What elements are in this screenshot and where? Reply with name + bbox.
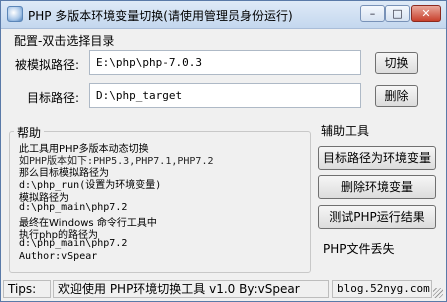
delete-button[interactable]: 删除 [375, 85, 418, 107]
window-title: PHP 多版本环境变量切换(请使用管理员身份运行) [28, 9, 293, 23]
help-line: d:\php_main\php7.2 [19, 202, 128, 213]
close-button[interactable]: ✕ [411, 5, 441, 22]
simulated-path-label: 被模拟路径: [15, 58, 80, 72]
php-status-text: PHP文件丢失 [323, 242, 395, 256]
resize-grip[interactable] [433, 288, 443, 298]
status-message: 欢迎使用 PHP环境切换工具 v1.0 By:vSpear [53, 280, 329, 298]
test-php-button[interactable]: 测试PHP运行结果 [318, 205, 436, 229]
minimize-button[interactable]: – [360, 5, 385, 22]
title-bar[interactable]: PHP 多版本环境变量切换(请使用管理员身份运行) – □ ✕ [1, 1, 446, 29]
help-line: d:\php_main\php7.2 [19, 238, 128, 249]
set-env-variable-button[interactable]: 目标路径为环境变量 [318, 146, 436, 170]
config-section-title: 配置-双击选择目录 [14, 34, 115, 48]
status-site: blog.52nyg.com [332, 280, 432, 298]
main-window: PHP 多版本环境变量切换(请使用管理员身份运行) – □ ✕ 配置-双击选择目… [0, 0, 447, 302]
simulated-path-input[interactable]: E:\php\php-7.0.3 [89, 50, 361, 75]
app-icon [7, 6, 23, 22]
target-path-input[interactable]: D:\php_target [89, 83, 361, 108]
help-line: Author:vSpear [19, 251, 98, 262]
delete-env-variable-button[interactable]: 删除环境变量 [318, 175, 436, 199]
tools-group-title: 辅助工具 [321, 124, 370, 138]
target-path-label: 目标路径: [27, 91, 80, 105]
status-tips-label: Tips: [3, 280, 51, 298]
maximize-button[interactable]: □ [385, 5, 410, 22]
switch-button[interactable]: 切换 [375, 52, 418, 74]
status-bar: Tips: 欢迎使用 PHP环境切换工具 v1.0 By:vSpear blog… [1, 277, 446, 301]
help-text: 此工具用PHP多版本动态切换 如PHP版本如下:PHP5.3,PHP7.1,PH… [19, 139, 309, 269]
